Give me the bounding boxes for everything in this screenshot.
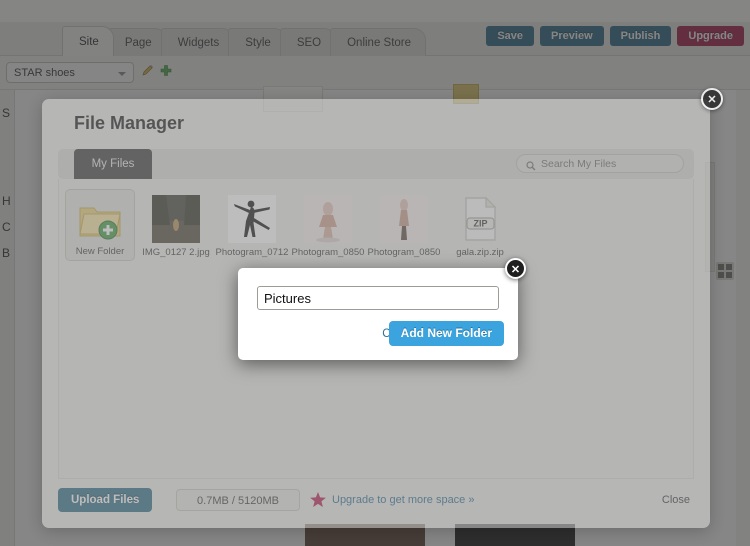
file-manager-footer: Upload Files 0.7MB / 5120MB Upgrade to g… — [58, 484, 694, 518]
file-tile[interactable]: IMG_0127 2.jpg — [141, 189, 211, 261]
file-name-label: New Folder — [75, 246, 125, 257]
photo-dancer-icon — [228, 195, 276, 243]
search-icon — [526, 159, 536, 171]
new-folder-prompt: Cancel Add New Folder — [238, 268, 518, 360]
file-name-label: Photogram_0850 — [291, 247, 365, 258]
storage-quota: 0.7MB / 5120MB — [176, 489, 300, 511]
file-manager-tab-strip: My Files Search My Files — [58, 149, 694, 179]
file-name-label: Photogram_0850 — [367, 247, 441, 258]
screen: SitePageWidgetsStyleSEOOnline Store Save… — [0, 0, 750, 546]
upgrade-space-link[interactable]: Upgrade to get more space » — [332, 489, 474, 511]
search-input[interactable]: Search My Files — [516, 154, 684, 173]
tab-my-files[interactable]: My Files — [74, 149, 152, 179]
photo-forest-icon — [152, 195, 200, 243]
file-tile[interactable]: ZIP gala.zip.zip — [445, 189, 515, 261]
search-placeholder: Search My Files — [541, 158, 617, 170]
prompt-close-icon[interactable]: ✕ — [505, 258, 526, 279]
file-name-label: gala.zip.zip — [456, 247, 504, 258]
zip-icon: ZIP — [456, 195, 504, 243]
file-tile[interactable]: Photogram_0712 — [216, 189, 288, 261]
file-tile[interactable]: New Folder — [65, 189, 135, 261]
file-manager-title: File Manager — [74, 113, 185, 133]
new-folder-icon — [76, 196, 124, 244]
upload-files-button[interactable]: Upload Files — [58, 488, 153, 512]
add-new-folder-button[interactable]: Add New Folder — [388, 321, 504, 346]
close-button[interactable]: Close — [662, 489, 690, 511]
star-icon — [309, 491, 327, 509]
file-name-label: Photogram_0712 — [215, 247, 289, 258]
photo-ballet2-icon — [380, 195, 428, 243]
file-tile[interactable]: Photogram_0850 — [292, 189, 364, 261]
photo-ballet-icon — [304, 195, 352, 243]
svg-text:ZIP: ZIP — [473, 219, 487, 229]
file-name-label: IMG_0127 2.jpg — [142, 247, 210, 258]
folder-name-input[interactable] — [257, 286, 499, 310]
file-tile[interactable]: Photogram_0850 — [368, 189, 440, 261]
file-manager-close-icon[interactable]: ✕ — [701, 88, 723, 110]
